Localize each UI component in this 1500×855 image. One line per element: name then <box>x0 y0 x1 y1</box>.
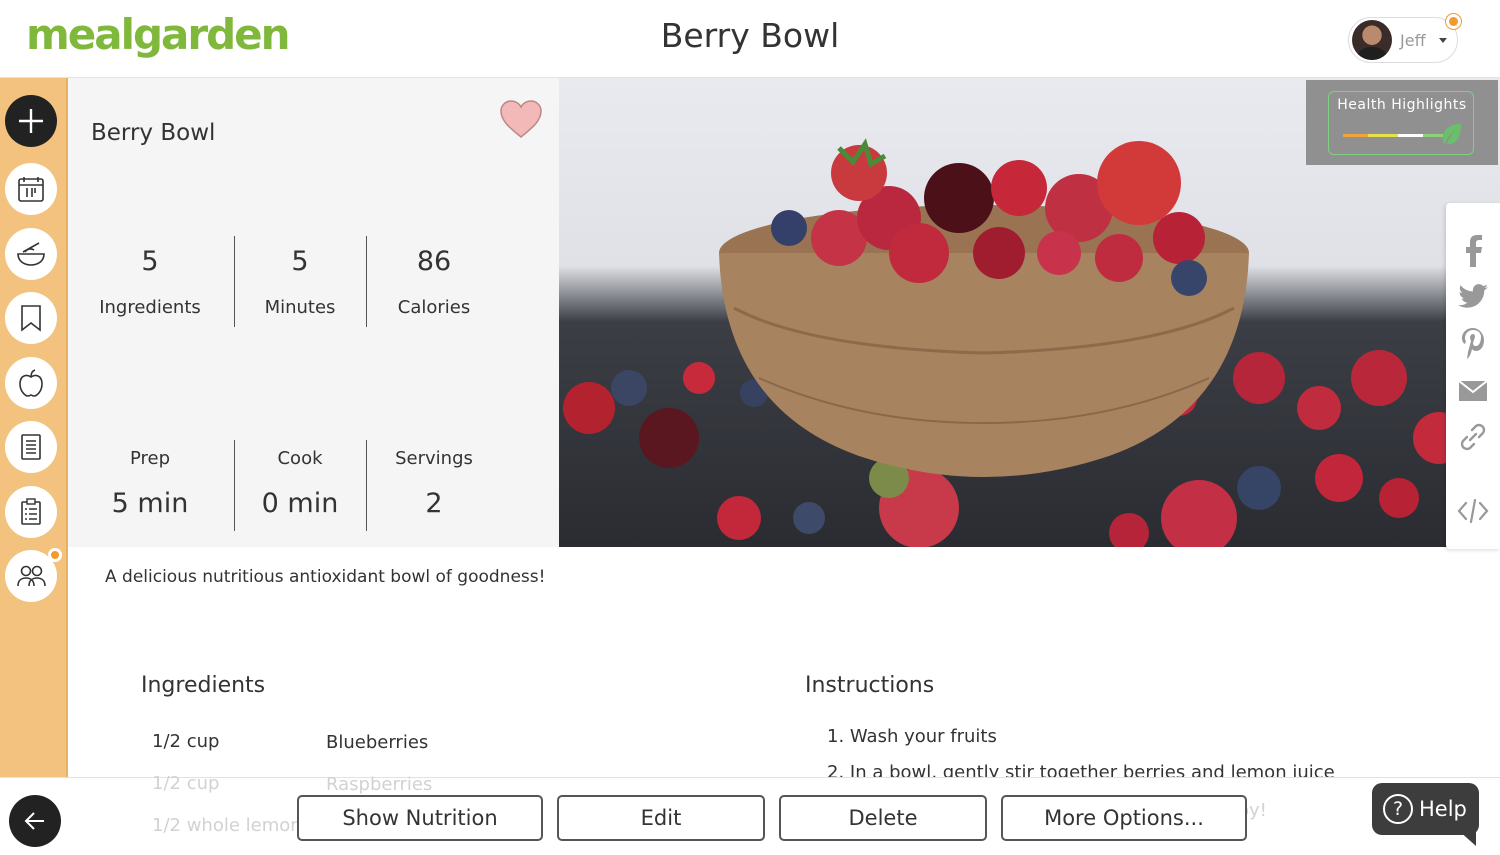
page-title: Berry Bowl <box>660 16 840 55</box>
stat-minutes-label: Minutes <box>264 297 336 318</box>
recipe-description: A delicious nutritious antioxidant bowl … <box>105 567 546 587</box>
sidebar-item-saved[interactable] <box>5 292 57 344</box>
instructions-heading: Instructions <box>805 673 935 698</box>
heart-icon[interactable] <box>498 98 544 140</box>
community-notification-badge <box>48 548 62 562</box>
instruction-step: 1. Wash your fruits <box>827 726 997 747</box>
health-highlights-panel[interactable]: Health Highlights <box>1306 80 1498 165</box>
delete-button[interactable]: Delete <box>779 795 987 841</box>
ingredient-qty: 1/2 cup <box>152 731 220 752</box>
health-highlights-title: Health Highlights <box>1337 97 1467 113</box>
health-highlights-box: Health Highlights <box>1328 91 1474 155</box>
user-name: Jeff <box>1400 31 1426 50</box>
calendar-icon <box>18 177 44 202</box>
leaf-icon <box>1443 124 1461 145</box>
bottom-action-bar: 1/2 cup Raspberries 1/2 whole lemon( oy!… <box>0 773 1500 855</box>
document-icon <box>21 434 41 460</box>
stat-ingredients-label: Ingredients <box>99 297 201 318</box>
show-nutrition-button[interactable]: Show Nutrition <box>297 795 543 841</box>
link-icon[interactable] <box>1457 421 1489 453</box>
plus-icon <box>19 109 43 133</box>
stat-calories-value: 86 <box>416 246 452 277</box>
ingredient-name: Raspberries <box>326 774 433 795</box>
help-bubble-tail <box>1458 830 1476 846</box>
stat-servings-value: 2 <box>425 488 443 519</box>
users-icon <box>17 565 46 587</box>
stat-cook-value: 0 min <box>261 488 339 519</box>
recipe-photo: Health Highlights <box>559 78 1500 547</box>
share-bar <box>1446 203 1500 549</box>
sidebar-item-grocery-list[interactable] <box>5 421 57 473</box>
facebook-icon[interactable] <box>1457 235 1489 267</box>
help-label: Help <box>1419 797 1467 821</box>
stat-servings-label: Servings <box>395 448 473 469</box>
instruction-step: 2. In a bowl, gently stir together berri… <box>827 762 1335 777</box>
ingredient-qty: 1/2 whole lemon( <box>152 815 309 836</box>
ingredient-name: Blueberries <box>326 732 429 753</box>
recipe-name: Berry Bowl <box>91 120 216 146</box>
sidebar-item-checklist[interactable] <box>5 486 57 538</box>
chevron-down-icon <box>1439 38 1447 43</box>
clipboard-icon <box>21 498 41 525</box>
question-icon: ? <box>1383 794 1413 824</box>
stat-ingredients-value: 5 <box>141 246 159 277</box>
stat-minutes-value: 5 <box>291 246 309 277</box>
stat-prep-value: 5 min <box>111 488 189 519</box>
header: mealgarden Berry Bowl Jeff <box>0 0 1500 78</box>
help-button[interactable]: ? Help <box>1372 783 1479 835</box>
stat-prep-label: Prep <box>129 448 171 469</box>
more-options-button[interactable]: More Options... <box>1001 795 1247 841</box>
user-menu[interactable]: Jeff <box>1348 17 1458 63</box>
sidebar <box>0 78 68 778</box>
avatar <box>1352 20 1392 60</box>
ingredient-qty: 1/2 cup <box>152 773 220 794</box>
arrow-left-icon <box>24 812 44 830</box>
sidebar-item-meal-planner[interactable] <box>5 163 57 215</box>
bookmark-icon <box>21 305 41 332</box>
apple-icon <box>19 369 43 397</box>
bowl-icon <box>17 242 45 266</box>
ingredients-heading: Ingredients <box>141 673 266 698</box>
sidebar-item-nutrition[interactable] <box>5 357 57 409</box>
edit-button[interactable]: Edit <box>557 795 765 841</box>
embed-code-icon[interactable] <box>1457 495 1489 527</box>
stat-cook-label: Cook <box>277 448 323 469</box>
notification-badge[interactable] <box>1446 14 1461 29</box>
twitter-icon[interactable] <box>1457 281 1489 313</box>
add-button[interactable] <box>5 95 57 147</box>
back-button[interactable] <box>9 795 61 847</box>
stat-calories-label: Calories <box>397 297 471 318</box>
sidebar-item-recipes[interactable] <box>5 228 57 280</box>
recipe-info-panel: Berry Bowl 5 Ingredients 5 Minutes 86 Ca… <box>68 78 559 547</box>
email-icon[interactable] <box>1457 375 1489 407</box>
pinterest-icon[interactable] <box>1457 327 1489 359</box>
health-score-bar <box>1343 134 1443 137</box>
